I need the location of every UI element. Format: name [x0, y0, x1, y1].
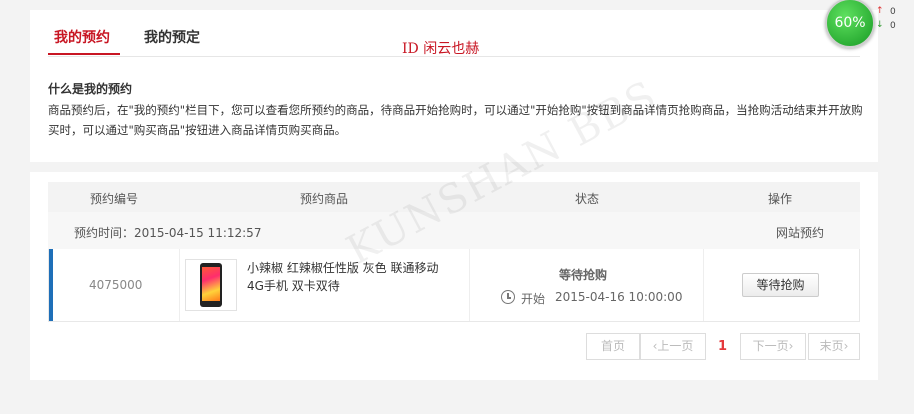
start-time: 2015-04-16 10:00:00: [555, 290, 683, 304]
pager-next-button[interactable]: 下一页›: [740, 333, 806, 360]
reservation-time: 预约时间：2015-04-15 11:12:57: [74, 226, 262, 240]
download-arrow-icon: ↓: [876, 20, 884, 30]
download-speed: 0: [890, 21, 896, 31]
overlay-id-text: ID 闲云也赫: [402, 41, 480, 57]
pager-first-button[interactable]: 首页: [586, 333, 640, 360]
row-accent-bar: [49, 249, 53, 321]
speed-widget-bubble[interactable]: 60%: [825, 0, 875, 48]
header-order-id: 预约编号: [90, 192, 139, 206]
cell-divider: [703, 249, 704, 321]
status-text: 等待抢购: [559, 268, 608, 282]
start-label: 开始: [521, 292, 546, 306]
reservation-source: 网站预约: [775, 226, 824, 240]
clock-icon: [501, 290, 515, 304]
upload-speed: 0: [890, 7, 896, 17]
cell-divider: [179, 249, 180, 321]
header-status: 状态: [575, 192, 600, 206]
header-action: 操作: [768, 192, 793, 206]
active-tab-indicator: [48, 53, 120, 55]
order-id: 4075000: [89, 278, 143, 292]
info-text: 商品预约后，在"我的预约"栏目下，您可以查看您所预约的商品，待商品开始抢购时，可…: [48, 103, 863, 137]
header-product: 预约商品: [300, 192, 349, 206]
pager-current-page: 1: [718, 339, 728, 354]
reservation-info-panel: 我的预约 我的预定 ID 闲云也赫 什么是我的预约 商品预约后，在"我的预约"栏…: [30, 10, 878, 162]
info-title: 什么是我的预约: [48, 82, 133, 96]
table-row: 4075000 小辣椒 红辣椒任性版 灰色 联通移动4G手机 双卡双待 等待抢购…: [48, 249, 860, 322]
tab-my-reservations[interactable]: 我的预约: [54, 28, 110, 48]
pager-last-button[interactable]: 末页›: [808, 333, 860, 360]
wait-purchase-button[interactable]: 等待抢购: [742, 273, 819, 297]
phone-image: [200, 263, 222, 307]
product-thumbnail[interactable]: [185, 259, 237, 311]
cell-divider: [469, 249, 470, 321]
product-name-link[interactable]: 小辣椒 红辣椒任性版 灰色 联通移动4G手机 双卡双待: [247, 259, 447, 295]
upload-arrow-icon: ↑: [876, 6, 884, 16]
pager-prev-button[interactable]: ‹上一页: [640, 333, 706, 360]
tab-my-bookings[interactable]: 我的预定: [144, 28, 200, 48]
